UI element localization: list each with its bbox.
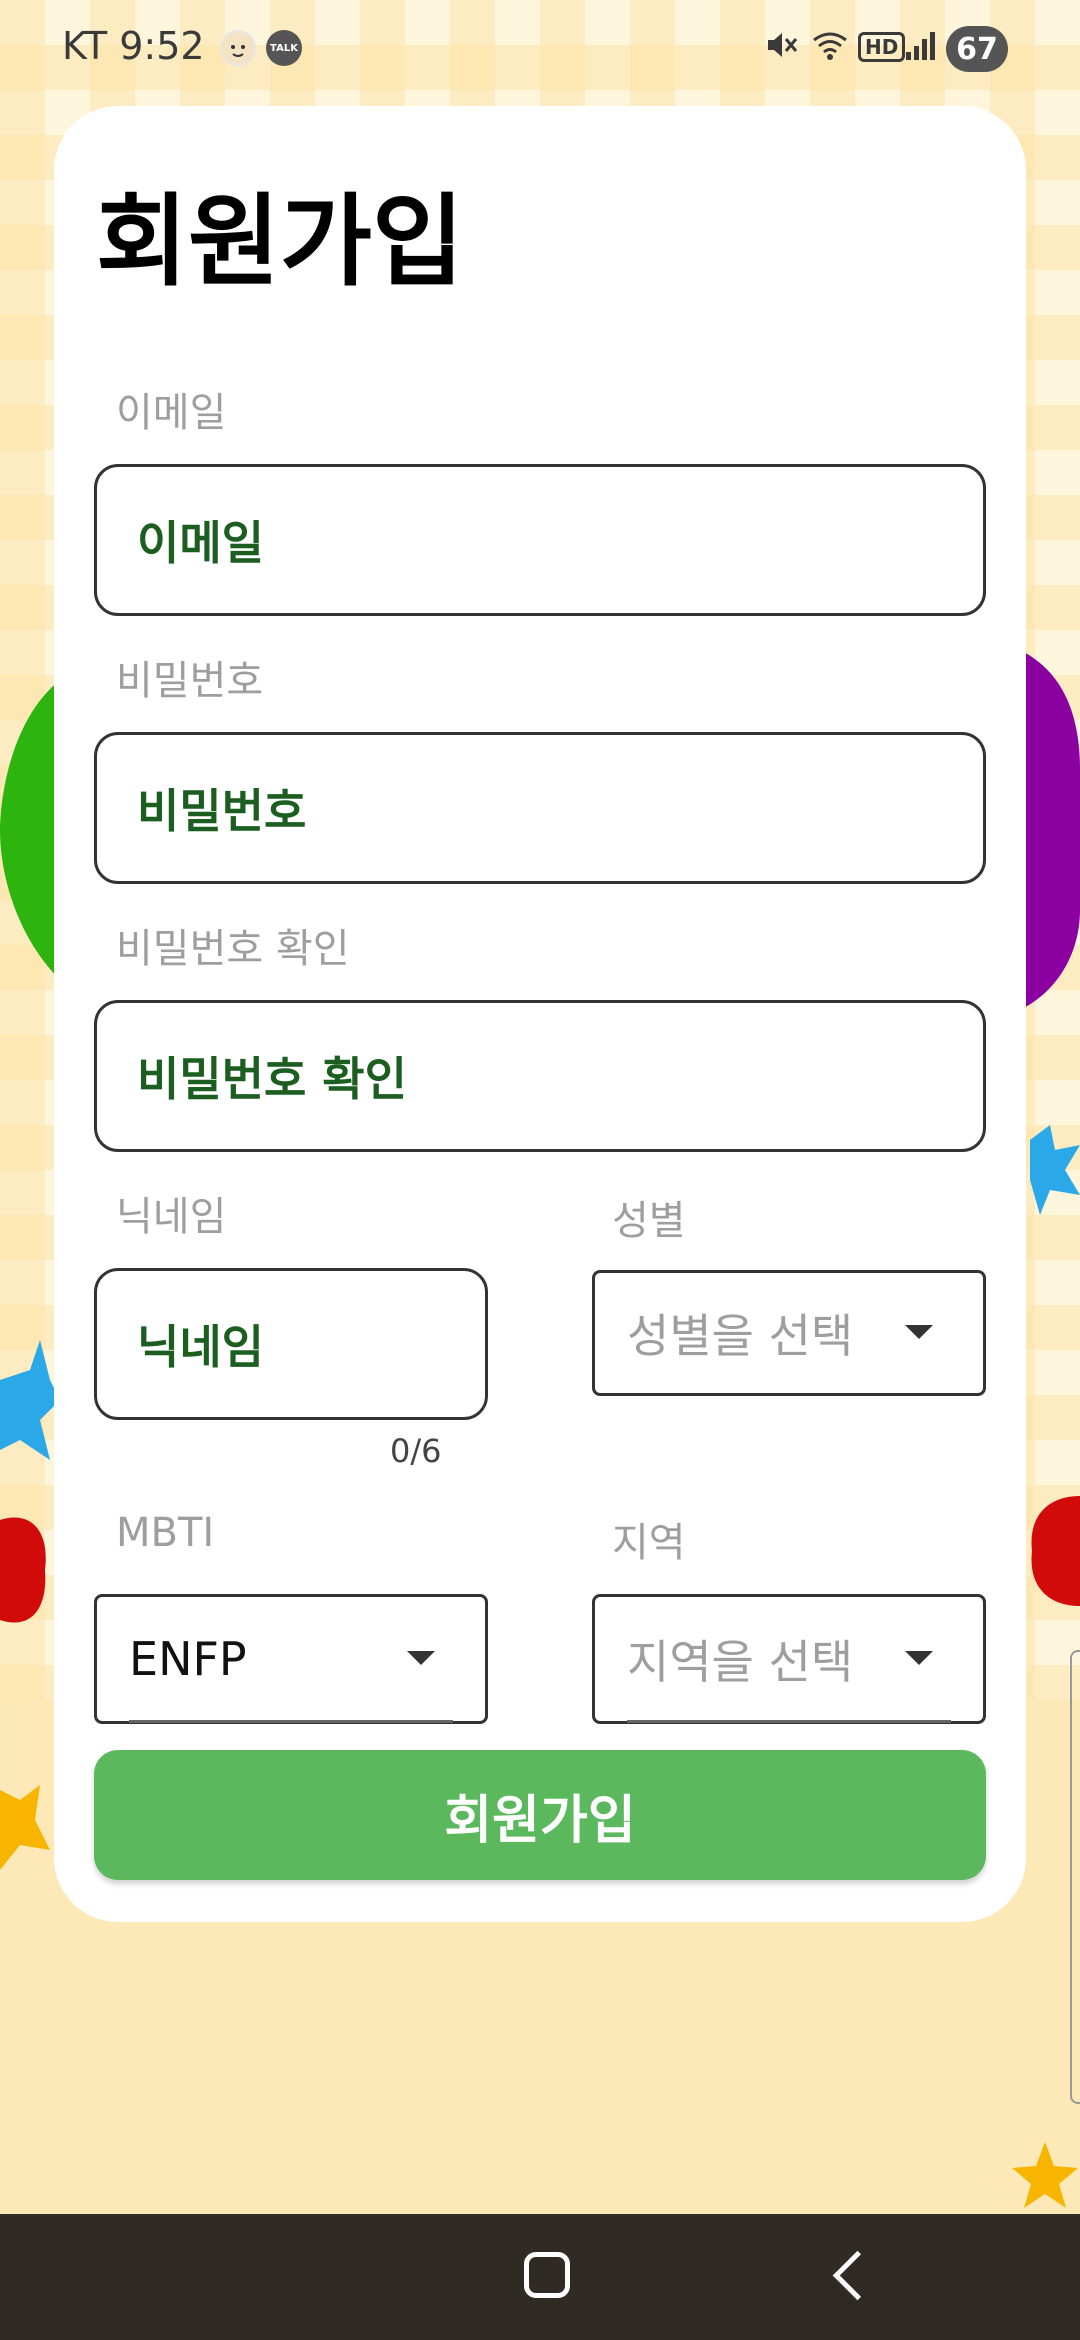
nickname-char-counter: 0/6 [390,1432,442,1470]
red-blob-right-decoration [1031,1496,1080,1606]
signup-submit-button[interactable]: 회원가입 [94,1750,986,1880]
home-icon[interactable] [524,2252,570,2298]
talk-icon: TALK [266,30,302,66]
password-label: 비밀번호 [116,658,264,704]
mbti-select-value: ENFP [129,1632,247,1686]
navigation-bar [0,2214,1080,2340]
nickname-label: 닉네임 [116,1194,227,1240]
red-blob-left-decoration [0,1517,46,1623]
purple-blob-decoration [1020,650,1080,1010]
mute-icon [764,28,798,70]
chevron-down-icon [905,1325,933,1339]
carrier-time: KT 9:52 [62,24,205,68]
hd-icon: HD [858,32,906,62]
green-blob-decoration [0,680,60,980]
hd-label: HD [865,35,899,59]
mbti-underline [129,1720,453,1723]
face-icon [220,30,256,66]
email-placeholder: 이메일 [137,516,264,570]
blue-splat-right-decoration [1030,1125,1080,1215]
yellow-star-left-decoration [0,1785,50,1870]
page-title: 회원가입 [96,183,464,300]
region-select[interactable]: 지역을 선택 [592,1594,986,1724]
email-field[interactable]: 이메일 [94,464,986,616]
password-confirm-field[interactable]: 비밀번호 확인 [94,1000,986,1152]
gender-label: 성별 [612,1198,686,1244]
password-confirm-placeholder: 비밀번호 확인 [137,1052,407,1106]
chevron-down-icon [407,1651,435,1665]
talk-badge-label: TALK [270,42,298,54]
battery-indicator: 67 [946,26,1008,72]
signal-icon [904,28,938,70]
back-icon[interactable] [832,2250,883,2301]
password-placeholder: 비밀번호 [137,784,307,838]
yellow-star-right-decoration [1012,2142,1078,2208]
region-label: 지역 [612,1520,686,1566]
region-underline [627,1720,951,1723]
nickname-placeholder: 닉네임 [137,1320,264,1374]
wifi-icon [810,28,850,70]
chevron-down-icon [905,1651,933,1665]
password-confirm-label: 비밀번호 확인 [116,926,350,972]
password-field[interactable]: 비밀번호 [94,732,986,884]
gender-select[interactable]: 성별을 선택 [592,1270,986,1396]
region-select-value: 지역을 선택 [627,1635,854,1689]
blue-splat-left-decoration [0,1340,60,1460]
mbti-select[interactable]: ENFP [94,1594,488,1724]
nickname-field[interactable]: 닉네임 [94,1268,488,1420]
status-bar: KT 9:52 TALK HD 67 [0,0,1080,100]
gender-select-value: 성별을 선택 [627,1309,854,1363]
mbti-label: MBTI [116,1510,215,1556]
email-label: 이메일 [116,390,227,436]
scrollbar[interactable] [1070,1650,1080,2104]
